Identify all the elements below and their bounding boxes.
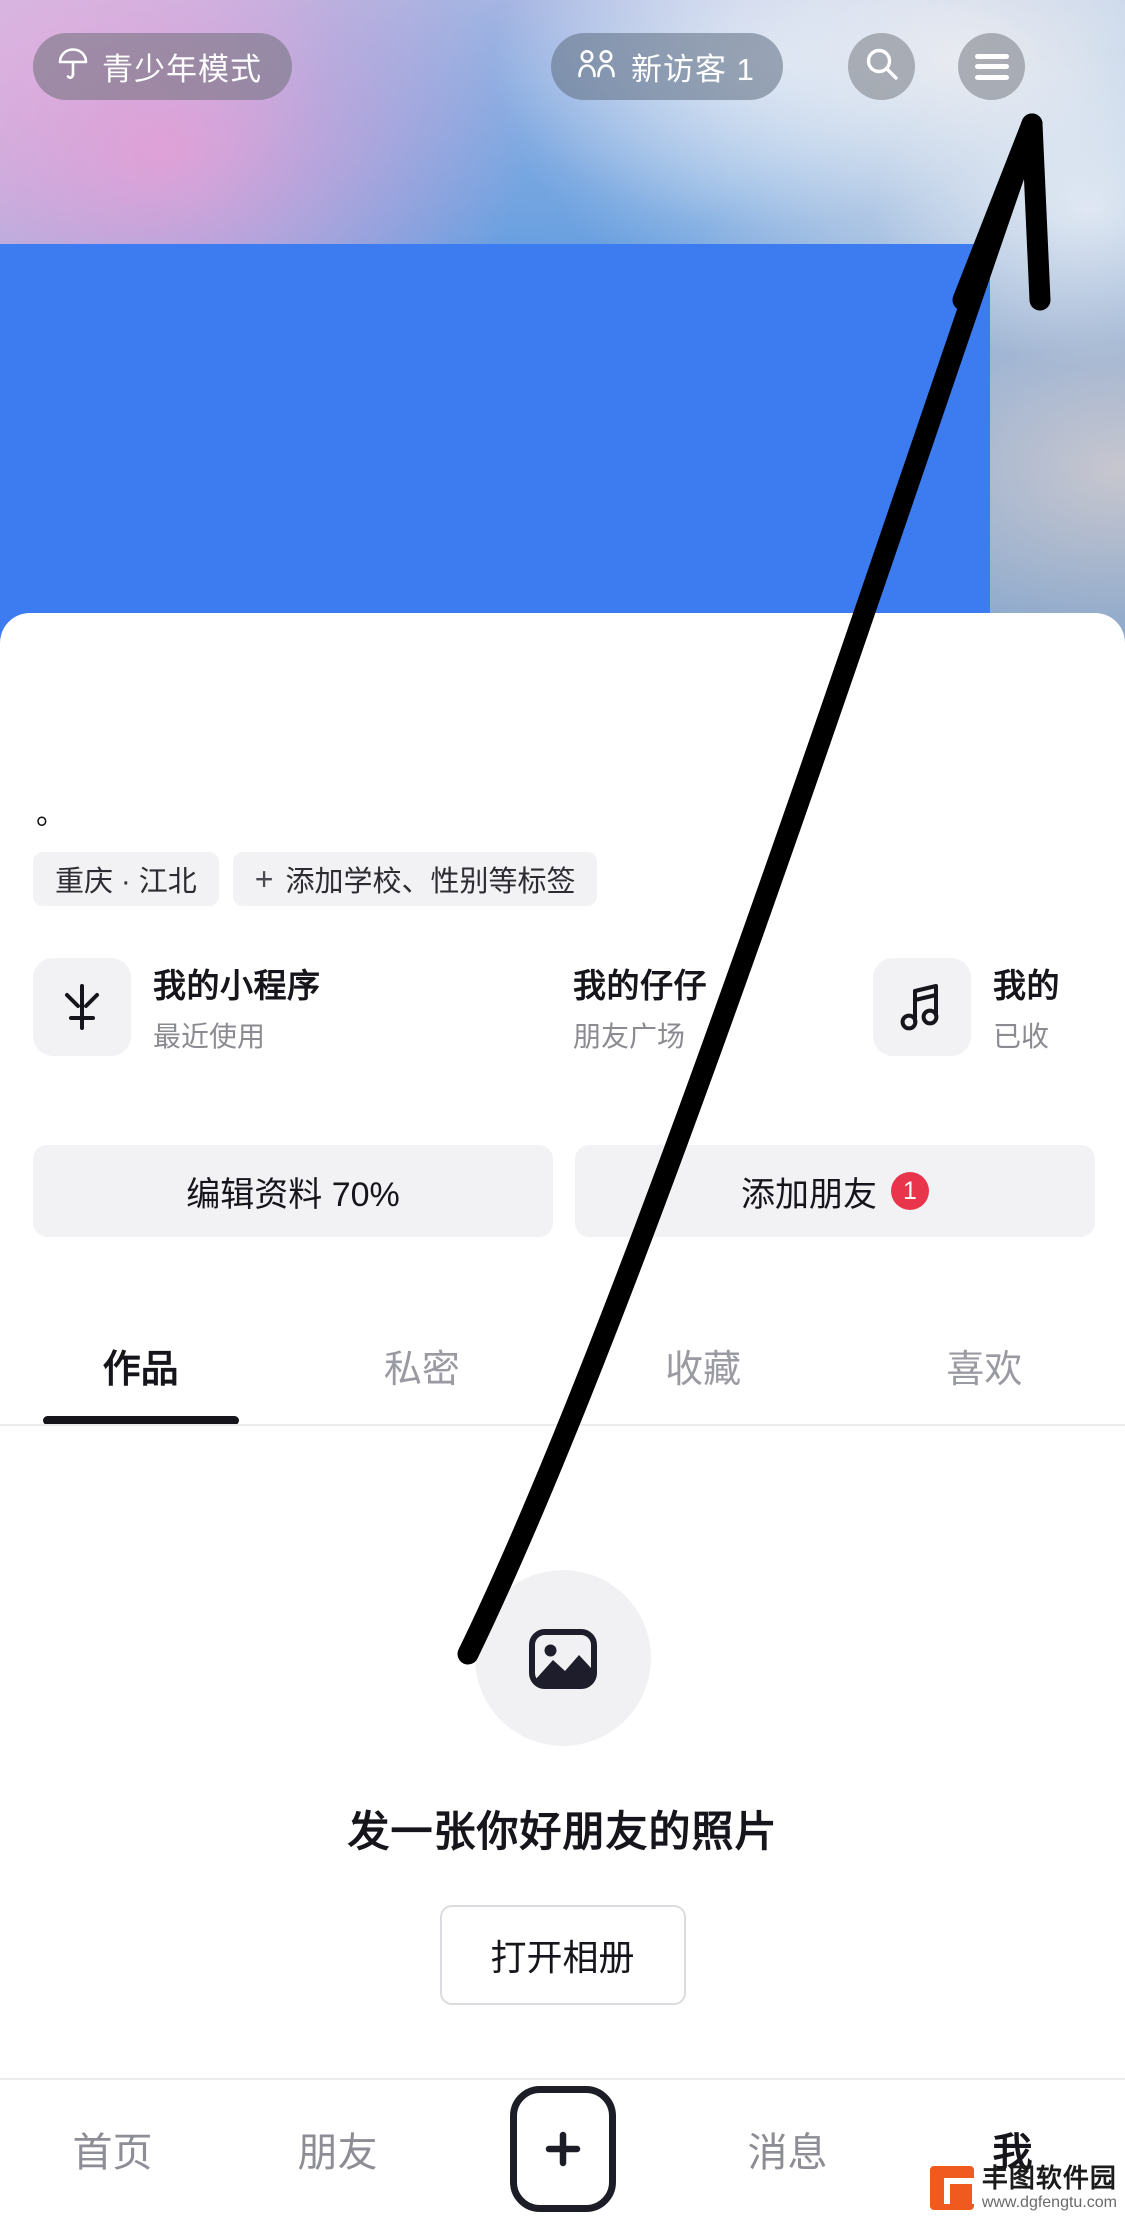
tabs-divider [0,1424,1125,1426]
tab-label: 喜欢 [946,1348,1023,1391]
entry-music[interactable]: 我的 已收 [873,958,1125,1056]
hamburger-menu-icon [974,53,1009,80]
tab-favorites[interactable]: 收藏 [563,1305,844,1425]
friends-plaza-icon [453,958,551,1056]
empty-state-message: 发一张你好朋友的照片 [347,1808,778,1855]
entry-friends-plaza[interactable]: 我的仔仔 朋友广场 [453,958,873,1056]
nav-label: 朋友 [297,2131,378,2175]
watermark-name: 丰图软件园 [981,2162,1117,2193]
tab-likes[interactable]: 喜欢 [844,1305,1125,1425]
open-album-button[interactable]: 打开相册 [439,1905,686,2005]
entry-shortcuts-row: 我的小程序 最近使用 我的仔仔 朋友广场 我的 已收 [33,958,1125,1056]
add-friend-label: 添加朋友 [741,1175,877,1214]
empty-state: 发一张你好朋友的照片 打开相册 [0,1570,1125,2005]
add-tags-chip[interactable]: + 添加学校、性别等标签 [232,852,598,906]
nav-item-messages[interactable]: 消息 [675,2080,900,2218]
new-visitor-label: 新访客 1 [631,52,755,87]
nav-item-create[interactable] [450,2086,675,2212]
entry-friends-plaza-text: 我的仔仔 朋友广场 [573,959,707,1055]
edit-profile-label: 编辑资料 70% [186,1175,400,1214]
location-chip[interactable]: 重庆 · 江北 [33,852,219,906]
watermark-texts: 丰图软件园 www.dgfengtu.com [981,2162,1117,2212]
plus-icon [509,2086,616,2212]
people-icon [577,49,617,84]
entry-subtitle: 最近使用 [153,1021,266,1052]
entry-subtitle: 已收 [993,1021,1050,1052]
nav-label: 首页 [72,2131,153,2175]
umbrella-icon [57,47,89,86]
entry-title: 我的 [993,967,1060,1004]
watermark-url: www.dgfengtu.com [981,2193,1117,2211]
tab-private[interactable]: 私密 [281,1305,562,1425]
tab-label: 私密 [383,1348,460,1391]
add-tags-chip-label: 添加学校、性别等标签 [285,866,576,898]
watermark: 丰图软件园 www.dgfengtu.com [929,2162,1117,2212]
teen-mode-label: 青少年模式 [102,52,262,87]
tab-works[interactable]: 作品 [0,1305,281,1425]
search-button[interactable] [848,33,915,100]
open-album-label: 打开相册 [490,1937,635,1978]
tab-label: 收藏 [665,1348,742,1391]
teen-mode-button[interactable]: 青少年模式 [33,33,292,100]
entry-title: 我的小程序 [153,967,321,1004]
hamburger-menu-button[interactable] [958,33,1025,100]
entry-subtitle: 朋友广场 [573,1021,686,1052]
top-bar: 青少年模式 新访客 1 [0,0,1125,150]
nav-item-home[interactable]: 首页 [0,2080,225,2218]
plus-icon: + [254,861,274,897]
nav-label: 消息 [747,2131,828,2175]
search-icon [864,46,900,87]
add-friend-badge: 1 [891,1172,929,1210]
entry-mini-program-text: 我的小程序 最近使用 [153,959,321,1055]
nav-item-friends[interactable]: 朋友 [225,2080,450,2218]
image-placeholder-icon [474,1570,651,1746]
watermark-logo-icon [929,2165,978,2210]
tab-label: 作品 [102,1348,179,1391]
entry-title: 我的仔仔 [573,967,707,1004]
profile-action-buttons: 编辑资料 70% 添加朋友 1 [33,1145,1095,1237]
entry-mini-program[interactable]: 我的小程序 最近使用 [33,958,453,1056]
music-note-icon [873,958,971,1056]
new-visitor-button[interactable]: 新访客 1 [551,33,783,100]
phone-screen: 青少年模式 新访客 1 。 重庆 · 江北 + 添加学校、性别等标签 我的小程序… [0,0,1125,2218]
location-chip-label: 重庆 · 江北 [55,866,197,898]
mini-program-icon [33,958,131,1056]
profile-tabs: 作品 私密 收藏 喜欢 [0,1305,1125,1425]
profile-tags: 重庆 · 江北 + 添加学校、性别等标签 [33,852,598,906]
edit-profile-button[interactable]: 编辑资料 70% [33,1145,553,1237]
entry-music-text: 我的 已收 [993,959,1060,1055]
add-friend-button[interactable]: 添加朋友 1 [575,1145,1095,1237]
nickname-text: 。 [36,798,66,831]
